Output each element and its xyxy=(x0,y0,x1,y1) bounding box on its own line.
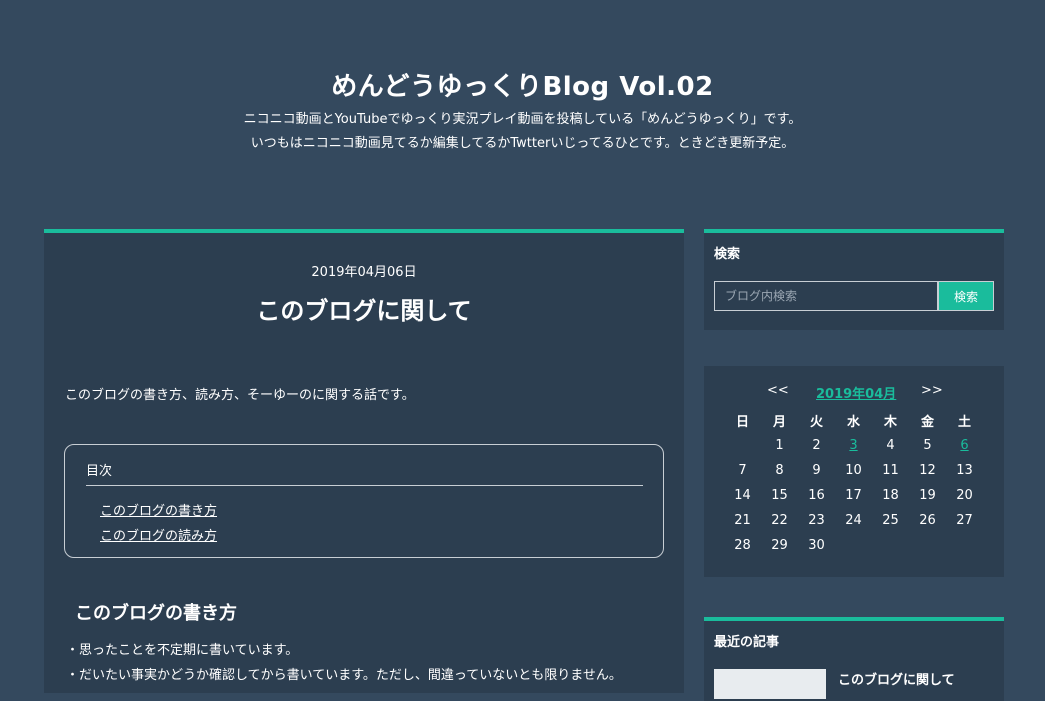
article-panel: 2019年04月06日 このブログに関して このブログの書き方、読み方、そーゆー… xyxy=(44,229,684,693)
calendar-day: 28 xyxy=(734,538,751,553)
calendar-weekday: 金 xyxy=(920,415,934,430)
calendar-day: 20 xyxy=(956,488,973,503)
calendar-weekday: 日 xyxy=(735,415,749,430)
toc-link-reading[interactable]: このブログの読み方 xyxy=(100,525,217,544)
calendar-next-button[interactable]: >> xyxy=(921,383,943,398)
calendar-day: 22 xyxy=(771,513,788,528)
calendar-week-row: 1 2 3 4 5 6 xyxy=(724,433,983,458)
calendar-day xyxy=(724,433,761,458)
search-input[interactable] xyxy=(714,281,938,311)
calendar-day: 5 xyxy=(923,438,932,453)
post-title: このブログに関して xyxy=(256,297,472,325)
calendar-prev-button[interactable]: << xyxy=(767,383,789,398)
calendar-day: 8 xyxy=(775,463,784,478)
site-description-line-1: ニコニコ動画とYouTubeでゆっくり実況プレイ動画を投稿している「めんどうゆっ… xyxy=(243,112,802,127)
calendar-day: 26 xyxy=(919,513,936,528)
search-widget: 検索 検索 xyxy=(704,229,1004,330)
calendar-day: 11 xyxy=(882,463,899,478)
calendar-weekday: 月 xyxy=(772,415,786,430)
calendar-weekday-row: 日月火水木金土 xyxy=(724,408,983,433)
site-header: めんどうゆっくりBlog Vol.02 ニコニコ動画とYouTubeでゆっくり実… xyxy=(0,0,1045,200)
calendar-day xyxy=(909,533,946,558)
search-button[interactable]: 検索 xyxy=(938,281,994,311)
toc-link-writing[interactable]: このブログの書き方 xyxy=(100,500,217,519)
calendar-day: 6 xyxy=(946,433,983,458)
recent-posts-widget: 最近の記事 このブログに関して xyxy=(704,617,1004,701)
calendar-day: 23 xyxy=(808,513,825,528)
toc-title: 目次 xyxy=(86,464,113,479)
calendar-day: 10 xyxy=(845,463,862,478)
calendar-day: 18 xyxy=(882,488,899,503)
search-widget-title: 検索 xyxy=(714,247,741,262)
calendar-day: 7 xyxy=(738,463,747,478)
calendar-day: 30 xyxy=(808,538,825,553)
calendar-day: 14 xyxy=(734,488,751,503)
calendar-week-row: 7 8 9 10 11 12 13 xyxy=(724,458,983,483)
calendar-day: 16 xyxy=(808,488,825,503)
section-line: ・思ったことを不定期に書いています。 xyxy=(66,643,299,658)
calendar-day: 1 xyxy=(775,438,784,453)
calendar-weekday: 水 xyxy=(846,415,860,430)
calendar-day: 17 xyxy=(845,488,862,503)
calendar-day: 4 xyxy=(886,438,895,453)
section-line: ・だいたい事実かどうか確認してから書いています。ただし、間違っていないとも限りま… xyxy=(66,668,622,683)
calendar-day: 29 xyxy=(771,538,788,553)
section-heading: このブログの書き方 xyxy=(75,603,237,624)
calendar-day: 2 xyxy=(812,438,821,453)
calendar-week-row: 14 15 16 17 18 19 20 xyxy=(724,483,983,508)
calendar-day: 12 xyxy=(919,463,936,478)
post-intro: このブログの書き方、読み方、そーゆーのに関する話です。 xyxy=(65,388,415,403)
calendar-week-row: 28 29 30 xyxy=(724,533,983,558)
calendar-day: 19 xyxy=(919,488,936,503)
calendar-day xyxy=(946,533,983,558)
calendar-day: 9 xyxy=(812,463,821,478)
calendar-grid: 日月火水木金土 1 2 3 4 5 6 7 8 9 10 11 12 13 14 15 16 17 18 19 20 2… xyxy=(724,408,983,558)
toc-divider xyxy=(86,485,643,486)
calendar-weekday: 火 xyxy=(809,415,823,430)
recent-post-link[interactable]: このブログに関して xyxy=(838,669,955,688)
calendar-week-row: 21 22 23 24 25 26 27 xyxy=(724,508,983,533)
calendar-days: 1 2 3 4 5 6 7 8 9 10 11 12 13 14 15 16 17 18 19 20 21 22 23 24 2… xyxy=(724,433,983,558)
post-date: 2019年04月06日 xyxy=(311,265,417,280)
calendar-day: 21 xyxy=(734,513,751,528)
site-title[interactable]: めんどうゆっくりBlog Vol.02 xyxy=(0,66,1045,103)
site-description-line-2: いつもはニコニコ動画見てるか編集してるかTwtterいじってるひとです。ときどき… xyxy=(250,136,795,151)
site-description: ニコニコ動画とYouTubeでゆっくり実況プレイ動画を投稿している「めんどうゆっ… xyxy=(0,108,1045,156)
calendar-day-link[interactable]: 3 xyxy=(849,438,857,453)
calendar-day: 15 xyxy=(771,488,788,503)
calendar-day: 24 xyxy=(845,513,862,528)
recent-post-thumbnail[interactable] xyxy=(714,669,826,699)
calendar-day xyxy=(872,533,909,558)
table-of-contents: 目次 このブログの書き方 このブログの読み方 xyxy=(64,444,664,558)
calendar-weekday: 土 xyxy=(957,415,971,430)
recent-posts-title: 最近の記事 xyxy=(714,635,780,650)
calendar-day-link[interactable]: 6 xyxy=(960,438,968,453)
calendar-day xyxy=(835,533,872,558)
calendar-day: 3 xyxy=(835,433,872,458)
calendar-weekday: 木 xyxy=(883,415,897,430)
calendar-month-link[interactable]: 2019年04月 xyxy=(816,383,896,402)
calendar-day: 25 xyxy=(882,513,899,528)
calendar-day: 13 xyxy=(956,463,973,478)
calendar-day: 27 xyxy=(956,513,973,528)
calendar-widget: << 2019年04月 >> 日月火水木金土 1 2 3 4 5 6 7 8 9 10 11 12 13… xyxy=(704,366,1004,577)
